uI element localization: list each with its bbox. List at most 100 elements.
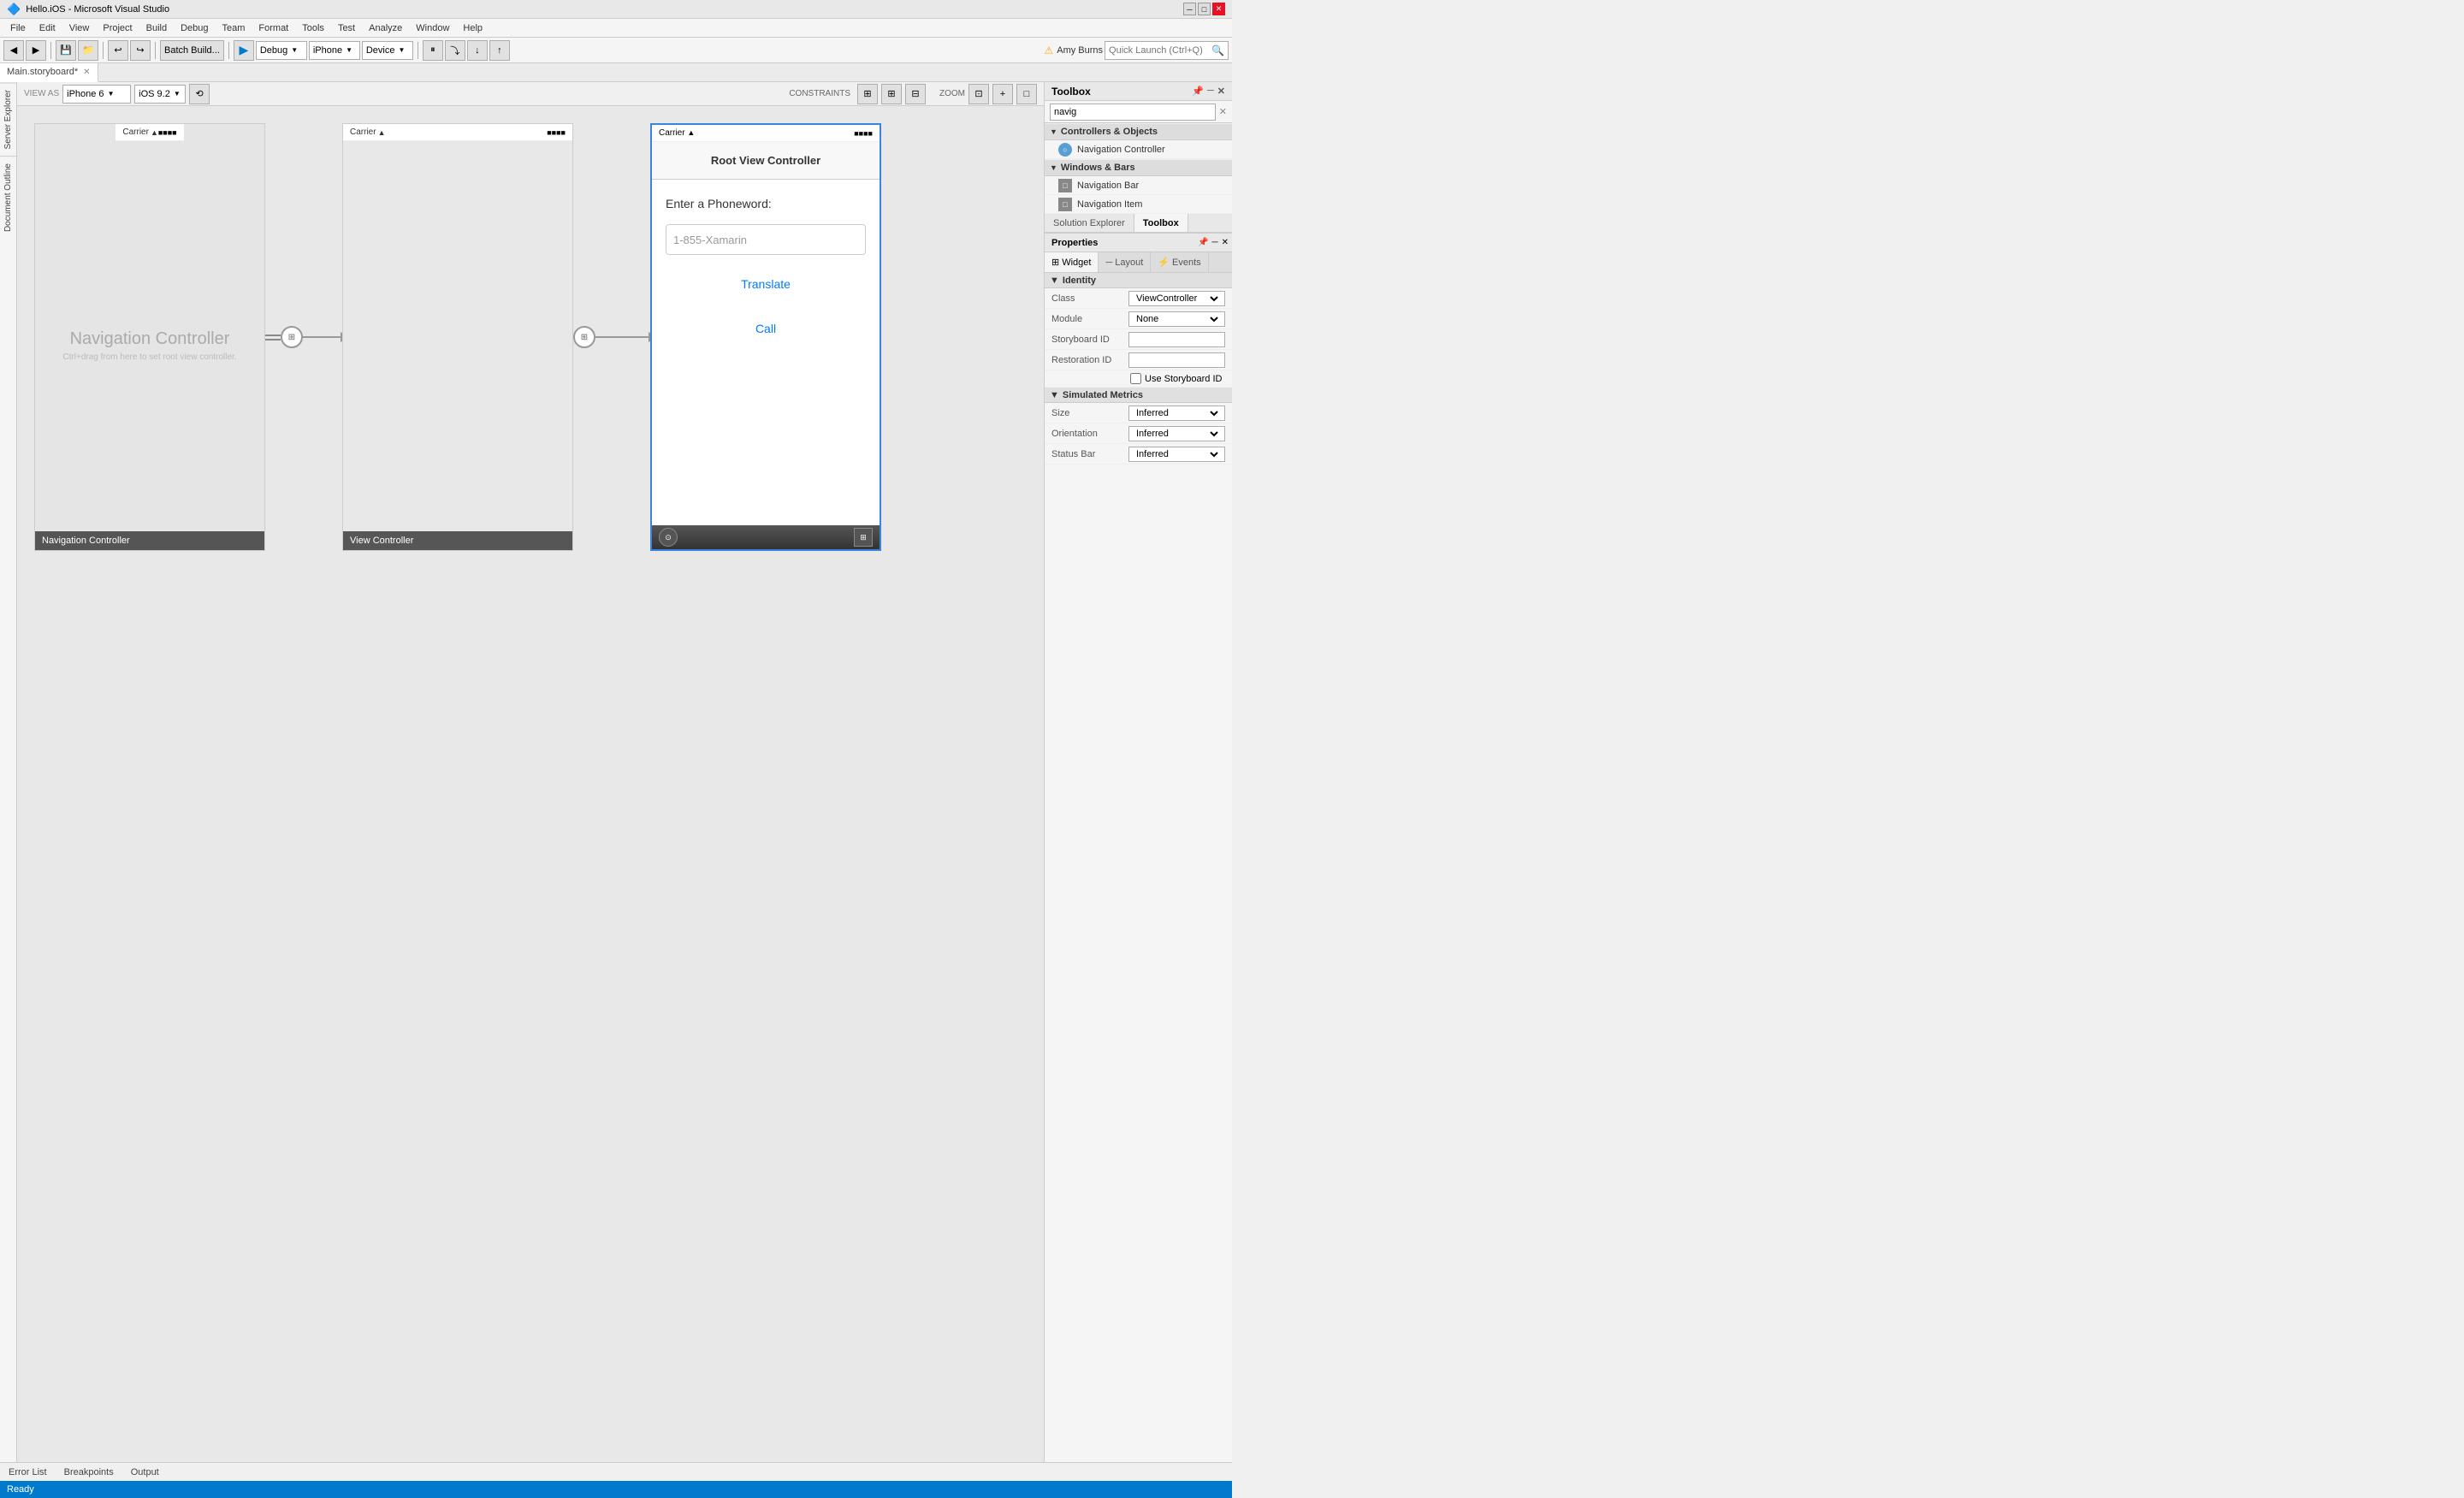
menu-project[interactable]: Project [96,19,139,37]
menu-debug[interactable]: Debug [174,19,215,37]
back-button[interactable]: ◀ [3,40,24,61]
size-select[interactable]: Inferred [1133,406,1221,420]
canvas-orient-button[interactable]: ⟲ [189,84,210,104]
menu-edit[interactable]: Edit [33,19,62,37]
zoom-out-button[interactable]: □ [1016,84,1037,104]
module-select[interactable]: None [1133,312,1221,326]
vc-statusbar: Carrier ▲ ■■■■ [343,124,572,141]
menu-view[interactable]: View [62,19,97,37]
batch-build-button[interactable]: Batch Build... [160,40,224,61]
device-dropdown[interactable]: iPhone ▼ [309,41,360,60]
pause-button[interactable]: ⏸ [423,40,443,61]
menu-analyze[interactable]: Analyze [362,19,409,37]
size-value[interactable]: Inferred [1128,406,1225,421]
restore-button[interactable]: □ [1198,3,1211,15]
rvc-translate-button[interactable]: Translate [666,269,866,299]
menu-file[interactable]: File [3,19,33,37]
save-button[interactable]: 💾 [56,40,76,61]
menu-help[interactable]: Help [456,19,489,37]
status-bar-label: Status Bar [1051,449,1128,459]
windows-bars-header[interactable]: ▼ Windows & Bars [1045,159,1232,176]
redo-button[interactable]: ↪ [130,40,151,61]
storyboard-id-input[interactable] [1133,335,1221,345]
menu-team[interactable]: Team [216,19,252,37]
menu-tools[interactable]: Tools [295,19,331,37]
rvc-phoneword-input[interactable]: 1-855-Xamarin [666,224,866,255]
step-into-button[interactable]: ↓ [467,40,488,61]
document-outline-tab[interactable]: Document Outline [0,156,16,239]
undo-button[interactable]: ↩ [108,40,128,61]
restoration-id-value[interactable] [1128,352,1225,368]
view-controller-frame[interactable]: Carrier ▲ ■■■■ View Controller [342,123,573,551]
module-row: Module None [1045,309,1232,329]
class-value[interactable]: ViewController [1128,291,1225,306]
run-button[interactable]: ▶ [234,40,254,61]
canvas-area[interactable]: VIEW AS iPhone 6 ▼ iOS 9.2 ▼ ⟲ CONSTRAIN… [17,82,1044,1462]
breakpoints-tab[interactable]: Breakpoints [59,1463,119,1481]
menu-test[interactable]: Test [331,19,362,37]
constraint-btn2[interactable]: ⊞ [881,84,902,104]
forward-button[interactable]: ▶ [26,40,46,61]
orientation-select[interactable]: Inferred [1133,427,1221,441]
toolbox-search-clear[interactable]: ✕ [1219,106,1227,117]
iphone-version-dropdown[interactable]: iPhone 6 ▼ [62,85,131,104]
toolbox-tab-btn[interactable]: Toolbox [1134,214,1188,232]
quick-launch-input[interactable] [1109,45,1211,56]
constraint-btn3[interactable]: ⊟ [905,84,926,104]
orientation-value[interactable]: Inferred [1128,426,1225,441]
menu-format[interactable]: Format [252,19,295,37]
rvc-footer-btn[interactable]: ⊞ [854,528,873,547]
error-list-tab[interactable]: Error List [3,1463,52,1481]
widget-tab[interactable]: ⊞ Widget [1045,252,1099,272]
segue-circle-1[interactable]: ⊞ [281,326,303,348]
layout-tab[interactable]: ─ Layout [1099,252,1151,272]
status-bar-value[interactable]: Inferred [1128,447,1225,462]
device-target-dropdown[interactable]: Device ▼ [362,41,413,60]
rvc-footer: ⊙ ⊞ [652,525,880,549]
constraints-label: CONSTRAINTS [789,89,850,98]
status-bar-row: Status Bar Inferred [1045,444,1232,465]
root-vc-frame[interactable]: Carrier ▲ ■■■■ Root View Controller Ente… [650,123,881,551]
storyboard-scenes: Carrier ▲ ■■■■ Navigation Controller Ctr… [17,106,1044,568]
step-over-button[interactable]: ⤵ [445,40,465,61]
step-out-button[interactable]: ↑ [489,40,510,61]
constraint-btn1[interactable]: ⊞ [857,84,878,104]
zoom-fit-button[interactable]: ⊡ [968,84,989,104]
properties-close-btn[interactable]: ✕ [1222,238,1229,247]
module-value[interactable]: None [1128,311,1225,327]
server-explorer-tab[interactable]: Server Explorer [0,82,16,156]
ios-version-dropdown[interactable]: iOS 9.2 ▼ [134,85,186,104]
properties-pin-btn[interactable]: 📌 [1198,238,1208,247]
quick-launch-search[interactable]: 🔍 [1105,41,1229,60]
menu-window[interactable]: Window [409,19,456,37]
tab-close-button[interactable]: ✕ [83,68,90,77]
toolbox-item-nav-item[interactable]: □ Navigation Item [1045,195,1232,214]
storyboard-id-value[interactable] [1128,332,1225,347]
class-select[interactable]: ViewController [1133,292,1221,305]
restoration-id-input[interactable] [1133,355,1221,365]
nav-controller-frame[interactable]: Carrier ▲ ■■■■ Navigation Controller Ctr… [34,123,265,551]
status-bar-select[interactable]: Inferred [1133,447,1221,461]
controllers-objects-header[interactable]: ▼ Controllers & Objects [1045,123,1232,140]
output-tab[interactable]: Output [126,1463,164,1481]
vc-footer: View Controller [343,531,572,550]
close-button[interactable]: ✕ [1212,3,1225,15]
debug-config-dropdown[interactable]: Debug ▼ [256,41,307,60]
toolbox-pin-button[interactable]: 📌 [1192,86,1204,97]
menu-build[interactable]: Build [139,19,174,37]
toolbox-close-button[interactable]: ✕ [1217,86,1225,97]
solution-explorer-tab[interactable]: Solution Explorer [1045,214,1134,232]
events-tab[interactable]: ⚡ Events [1151,252,1208,272]
toolbox-item-nav-bar[interactable]: □ Navigation Bar [1045,176,1232,195]
use-storyboard-id-checkbox[interactable] [1130,373,1141,384]
main-storyboard-tab[interactable]: Main.storyboard* ✕ [0,63,98,82]
open-button[interactable]: 📁 [78,40,98,61]
rvc-call-button[interactable]: Call [666,313,866,344]
toolbox-item-nav-controller[interactable]: ○ Navigation Controller [1045,140,1232,159]
toolbox-search-input[interactable] [1050,104,1216,121]
minimize-button[interactable]: ─ [1183,3,1196,15]
toolbox-minimize-button[interactable]: ─ [1207,86,1214,97]
zoom-in-button[interactable]: + [992,84,1013,104]
properties-min-btn[interactable]: ─ [1212,238,1218,247]
segue-circle-2[interactable]: ⊞ [573,326,595,348]
